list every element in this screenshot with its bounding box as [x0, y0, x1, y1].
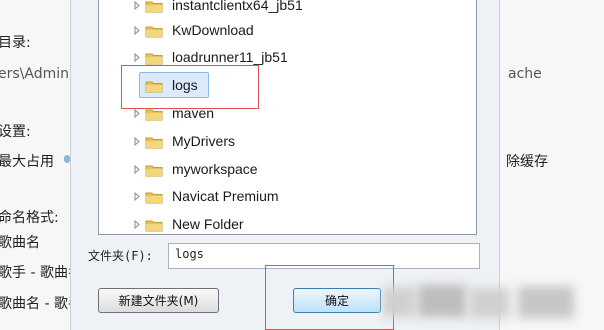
folder-icon	[145, 134, 163, 149]
folder-icon	[145, 162, 163, 177]
watermark-blur	[518, 286, 574, 318]
folder-icon	[145, 189, 163, 204]
folder-tree[interactable]: instantclientx64_jb51 KwDownload loadrun…	[98, 0, 477, 235]
expand-arrow-icon[interactable]	[133, 0, 141, 10]
folder-icon	[145, 217, 163, 232]
annotation-highlight-ok	[265, 265, 394, 330]
tree-item-label: KwDownload	[172, 22, 254, 38]
folder-icon	[145, 23, 163, 38]
expand-arrow-icon[interactable]	[133, 164, 141, 174]
watermark-blur	[470, 288, 510, 318]
tree-item-label: New Folder	[172, 216, 244, 232]
bg-directory-label: 目录:	[0, 35, 31, 51]
tree-item-navicat-premium[interactable]: Navicat Premium	[99, 184, 459, 208]
tree-item-myworkspace[interactable]: myworkspace	[99, 157, 459, 181]
bg-path-text: ers\Admini	[0, 66, 73, 82]
tree-item-label: instantclientx64_jb51	[172, 0, 303, 13]
folder-icon	[145, 50, 163, 65]
expand-arrow-icon[interactable]	[133, 136, 141, 146]
folder-icon	[145, 0, 163, 13]
bg-naming-format-label: 命名格式:	[0, 210, 59, 226]
expand-arrow-icon[interactable]	[133, 219, 141, 229]
tree-item-mydrivers[interactable]: MyDrivers	[99, 129, 459, 153]
tree-item-new-folder[interactable]: New Folder	[99, 212, 459, 234]
folder-field-label: 文件夹(F):	[88, 249, 153, 263]
bg-max-usage-label: 最大占用	[0, 154, 54, 170]
tree-item-instantclientx64-jb51[interactable]: instantclientx64_jb51	[99, 0, 459, 17]
bg-naming-option-1[interactable]: 歌曲名	[0, 232, 40, 252]
bg-settings-label: 设置:	[0, 124, 31, 140]
bg-path-suffix: ache	[508, 66, 542, 82]
tree-item-label: loadrunner11_jb51	[172, 49, 288, 65]
tree-item-label: MyDrivers	[172, 133, 235, 149]
expand-arrow-icon[interactable]	[133, 25, 141, 35]
watermark-blur	[383, 287, 415, 317]
tree-item-label: myworkspace	[172, 161, 258, 177]
annotation-highlight-logs	[121, 65, 259, 109]
tree-item-kwdownload[interactable]: KwDownload	[99, 18, 459, 42]
expand-arrow-icon[interactable]	[133, 108, 141, 118]
watermark-blur	[418, 285, 466, 317]
tree-item-label: Navicat Premium	[172, 188, 279, 204]
bg-clear-cache-button[interactable]: 除缓存	[506, 151, 548, 171]
expand-arrow-icon[interactable]	[133, 52, 141, 62]
new-folder-button[interactable]: 新建文件夹(M)	[98, 288, 219, 313]
expand-arrow-icon[interactable]	[133, 191, 141, 201]
